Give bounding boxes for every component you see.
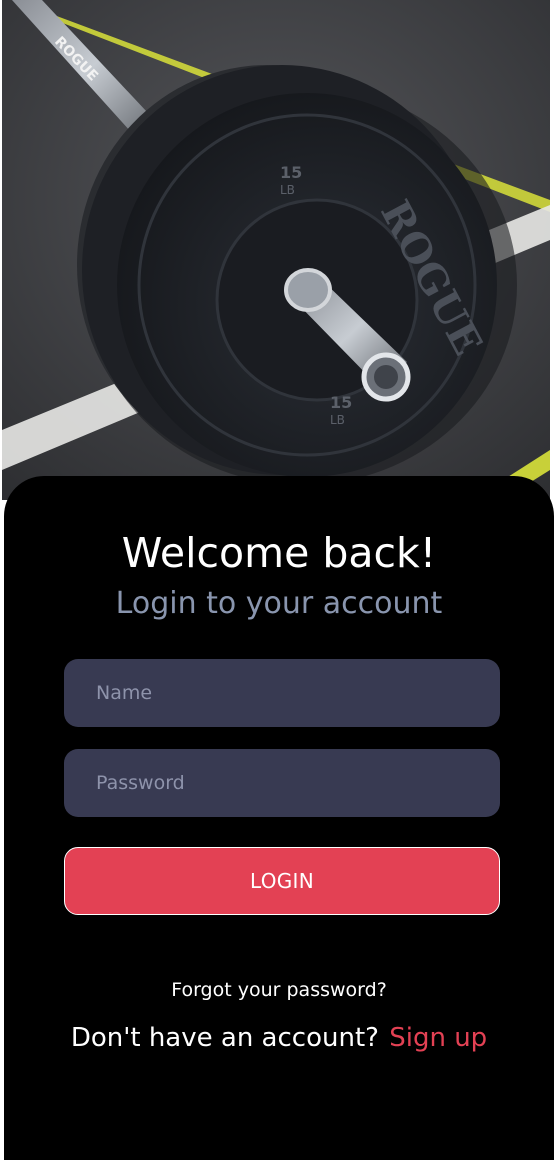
login-subtitle: Login to your account <box>115 586 443 621</box>
svg-text:15: 15 <box>330 393 352 412</box>
svg-text:LB: LB <box>330 413 345 427</box>
signup-row: Don't have an account? Sign up <box>4 1020 554 1056</box>
login-card: Welcome back! Login to your account LOGI… <box>4 476 554 1160</box>
signup-link[interactable]: Sign up <box>389 1023 487 1053</box>
name-input[interactable] <box>64 659 500 727</box>
hero-image: ROGUE ROGUE 15 LB 15 LB <box>2 0 550 500</box>
password-input[interactable] <box>64 749 500 817</box>
login-screen: ROGUE ROGUE 15 LB 15 LB Welcome back! Lo… <box>0 0 554 1160</box>
login-button[interactable]: LOGIN <box>64 847 500 915</box>
forgot-password-link[interactable]: Forgot your password? <box>4 976 554 1004</box>
svg-text:LB: LB <box>280 183 295 197</box>
barbell-plate-illustration: ROGUE ROGUE 15 LB 15 LB <box>2 0 550 500</box>
welcome-title: Welcome back! <box>121 529 437 577</box>
svg-text:15: 15 <box>280 163 302 182</box>
signup-prompt: Don't have an account? <box>70 1023 379 1053</box>
